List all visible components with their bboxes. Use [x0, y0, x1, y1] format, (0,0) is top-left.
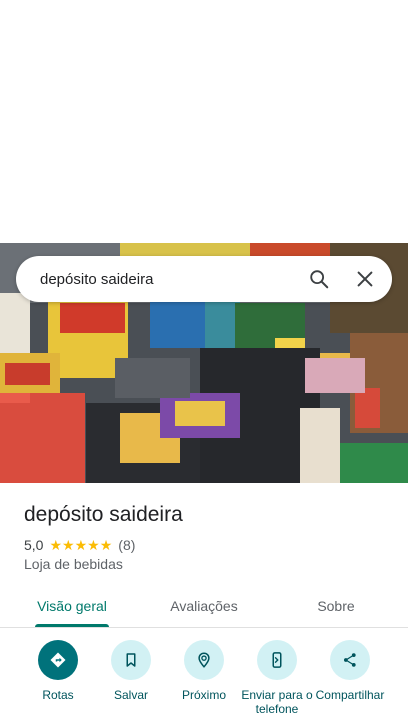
send-to-phone-button[interactable]: Enviar para o telefone	[237, 640, 317, 716]
place-category: Loja de bebidas	[24, 556, 123, 572]
close-icon[interactable]	[342, 256, 388, 302]
rating-row[interactable]: 5,0 ★ ★ ★ ★ ★ (8)	[24, 536, 135, 554]
place-title: depósito saideira	[24, 503, 183, 526]
review-count[interactable]: (8)	[118, 537, 135, 553]
directions-button[interactable]: Rotas	[18, 640, 98, 702]
share-button[interactable]: Compartilhar	[310, 640, 390, 702]
tab-overview[interactable]: Visão geral	[24, 584, 120, 628]
directions-label: Rotas	[42, 688, 74, 702]
active-tab-indicator	[35, 624, 109, 627]
send-to-phone-icon[interactable]	[257, 640, 297, 680]
nearby-label: Próximo	[181, 688, 226, 702]
map-area-blank	[0, 0, 408, 243]
place-tabs: Visão geral Avaliações Sobre	[0, 584, 408, 628]
star-icon: ★	[74, 537, 88, 553]
star-icon: ★	[62, 537, 75, 553]
tab-about[interactable]: Sobre	[288, 584, 384, 628]
star-icon: ★	[87, 537, 100, 553]
send-to-phone-label: Enviar para o telefone	[241, 688, 313, 716]
directions-icon[interactable]	[38, 640, 78, 680]
rating-value: 5,0	[24, 537, 44, 553]
search-icon[interactable]	[296, 256, 342, 302]
bookmark-icon[interactable]	[111, 640, 151, 680]
action-buttons: Rotas Salvar Próximo Enviar para o telef…	[0, 640, 408, 726]
tab-reviews[interactable]: Avaliações	[156, 584, 252, 628]
share-icon[interactable]	[330, 640, 370, 680]
search-input[interactable]: depósito saideira	[16, 271, 296, 288]
nearby-button[interactable]: Próximo	[164, 640, 244, 702]
share-label: Compartilhar	[315, 688, 385, 702]
star-icon: ★	[99, 537, 113, 553]
save-label: Salvar	[113, 688, 148, 702]
star-rating: ★ ★ ★ ★ ★	[49, 538, 112, 552]
save-button[interactable]: Salvar	[91, 640, 171, 702]
nearby-icon[interactable]	[184, 640, 224, 680]
star-icon: ★	[49, 537, 63, 553]
search-bar[interactable]: depósito saideira	[16, 256, 392, 302]
